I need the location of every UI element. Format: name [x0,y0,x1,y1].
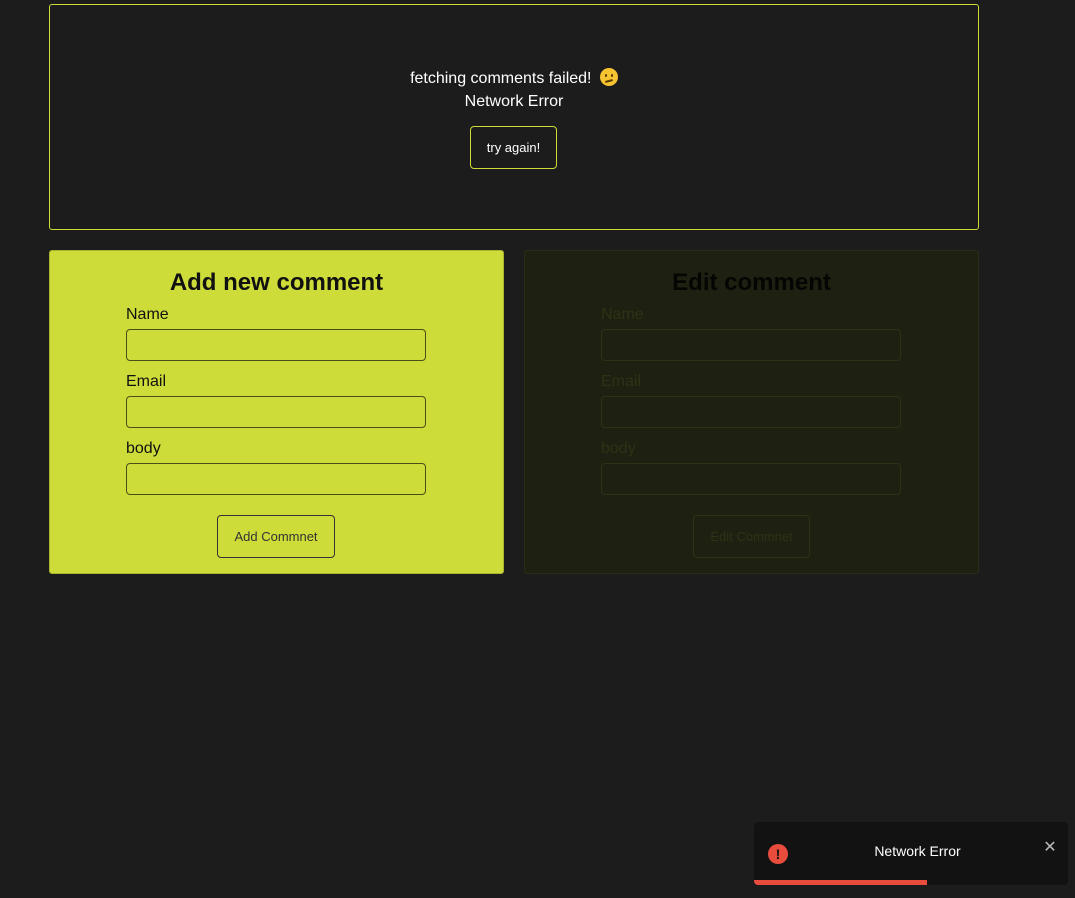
try-again-button[interactable]: try again! [470,126,557,169]
edit-email-label: Email [601,373,642,390]
error-message-text: fetching comments failed! [410,70,592,87]
name-label: Name [126,306,169,323]
body-input[interactable] [126,463,426,495]
edit-name-input [601,329,901,361]
error-message: fetching comments failed! [50,68,978,88]
add-comment-card: Add new comment Name Email body Add Comm… [49,250,504,574]
edit-name-label: Name [601,306,644,323]
edit-body-input [601,463,901,495]
body-label: body [126,440,161,457]
email-input[interactable] [126,396,426,428]
toast-progress-track [754,880,1068,885]
error-toast[interactable]: ! Network Error ✕ [754,822,1068,885]
close-icon[interactable]: ✕ [1041,838,1059,858]
name-input[interactable] [126,329,426,361]
add-comment-button[interactable]: Add Commnet [217,515,335,558]
error-panel: fetching comments failed! Network Error … [49,4,979,230]
edit-comment-title: Edit comment [672,269,831,296]
confused-face-icon [599,68,618,86]
error-detail: Network Error [464,93,564,110]
edit-body-label: body [601,440,636,457]
toast-message: Network Error [874,843,961,859]
edit-email-input [601,396,901,428]
add-comment-title: Add new comment [169,269,384,296]
edit-comment-button: Edit Commnet [693,515,810,558]
email-label: Email [126,373,167,390]
toast-progress-bar [754,880,927,885]
edit-comment-card: Edit comment Name Email body Edit Commne… [524,250,979,574]
